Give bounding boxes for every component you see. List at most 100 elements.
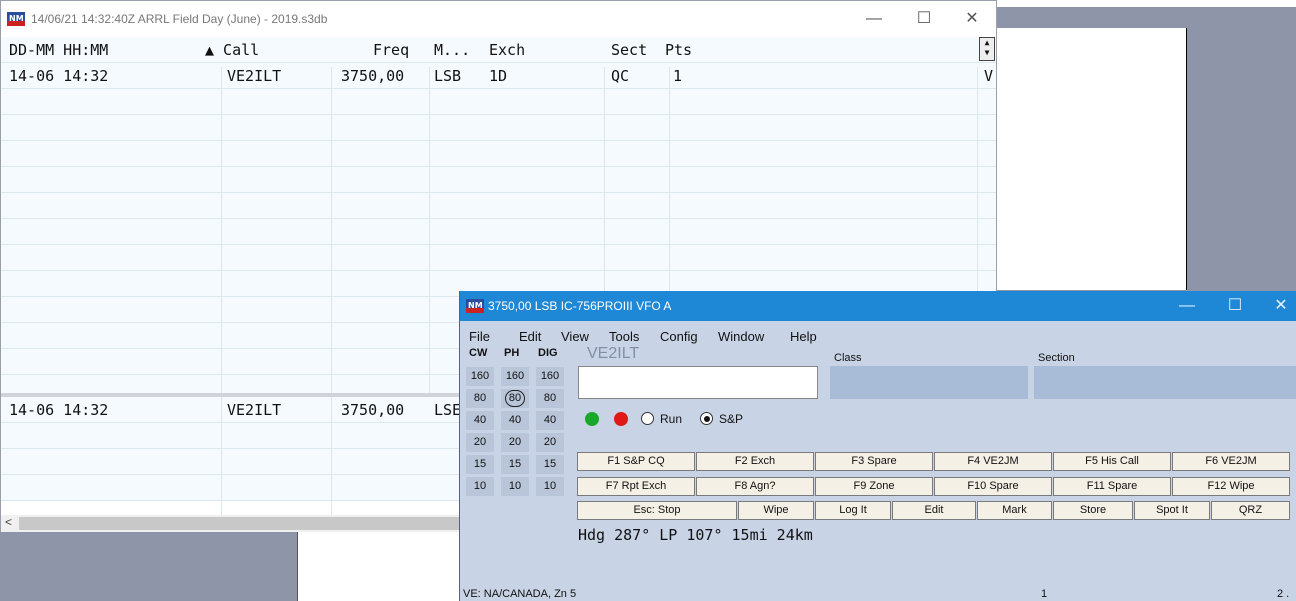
column-header-call[interactable]: ▲ Call (205, 41, 259, 59)
band-column-cw: 160 80 40 20 15 10 (466, 367, 494, 499)
scroll-up-button[interactable]: ▲ ▼ (979, 37, 995, 61)
column-header-exch[interactable]: Exch (489, 41, 525, 59)
cell-mode: LSE (434, 401, 462, 419)
table-row[interactable]: 14-06 14:32 VE2ILT 3750,00 LSB 1D QC 1 V (1, 63, 996, 89)
band-button-dig-80[interactable]: 80 (536, 389, 564, 408)
band-button-ph-15[interactable]: 15 (501, 455, 529, 474)
f8-button[interactable]: F8 Agn? (696, 477, 814, 496)
column-header-sect[interactable]: Sect (611, 41, 647, 59)
f9-button[interactable]: F9 Zone (815, 477, 933, 496)
cell-exch: 1D (489, 67, 508, 85)
section-label: Section (1038, 352, 1075, 364)
mark-button[interactable]: Mark (977, 501, 1052, 520)
column-header-mode[interactable]: M... (434, 41, 470, 59)
band-button-dig-10[interactable]: 10 (536, 477, 564, 496)
callsign-label: VE2ILT (587, 345, 640, 362)
table-row[interactable] (1, 245, 996, 271)
f5-button[interactable]: F5 His Call (1053, 452, 1171, 471)
band-button-cw-10[interactable]: 10 (466, 477, 494, 496)
class-field[interactable] (830, 366, 1028, 399)
band-button-cw-15[interactable]: 15 (466, 455, 494, 474)
table-row[interactable] (1, 219, 996, 245)
menu-config[interactable]: Config (660, 329, 698, 344)
entry-window-title: 3750,00 LSB IC-756PROIII VFO A (488, 299, 672, 313)
f7-button[interactable]: F7 Rpt Exch (577, 477, 695, 496)
selected-band-label: 80 (504, 390, 526, 407)
grid-divider (221, 397, 222, 515)
band-button-cw-160[interactable]: 160 (466, 367, 494, 386)
spot-it-button[interactable]: Spot It (1134, 501, 1210, 520)
log-it-button[interactable]: Log It (815, 501, 891, 520)
f2-button[interactable]: F2 Exch (696, 452, 814, 471)
edit-button[interactable]: Edit (892, 501, 976, 520)
callsign-input[interactable] (578, 366, 818, 399)
table-row[interactable] (1, 89, 996, 115)
band-button-ph-160[interactable]: 160 (501, 367, 529, 386)
band-column-dig: 160 80 40 20 15 10 (536, 367, 564, 499)
menu-view[interactable]: View (561, 329, 589, 344)
log-title-bar[interactable]: NM 14/06/21 14:32:40Z ARRL Field Day (Ju… (1, 1, 996, 37)
band-button-dig-160[interactable]: 160 (536, 367, 564, 386)
band-button-dig-20[interactable]: 20 (536, 433, 564, 452)
band-button-ph-10[interactable]: 10 (501, 477, 529, 496)
red-status-led-icon (614, 412, 628, 426)
band-column-ph: 160 80 40 20 15 10 (501, 367, 529, 499)
band-button-cw-80[interactable]: 80 (466, 389, 494, 408)
svg-text:NM: NM (468, 301, 483, 310)
radio-selected-icon (700, 412, 713, 425)
section-field[interactable] (1034, 366, 1296, 399)
column-header-freq[interactable]: Freq (373, 41, 409, 59)
table-row[interactable] (1, 193, 996, 219)
band-button-ph-80[interactable]: 80 (501, 389, 529, 408)
f1-button[interactable]: F1 S&P CQ (577, 452, 695, 471)
scroll-left-icon[interactable]: < (5, 515, 12, 529)
f6-button[interactable]: F6 VE2JM (1172, 452, 1290, 471)
table-row[interactable] (1, 115, 996, 141)
f11-button[interactable]: F11 Spare (1053, 477, 1171, 496)
sp-radio-label: S&P (719, 412, 744, 426)
band-button-ph-40[interactable]: 40 (501, 411, 529, 430)
grid-divider (221, 67, 222, 393)
band-button-dig-40[interactable]: 40 (536, 411, 564, 430)
cell-sect: QC (611, 67, 630, 85)
f10-button[interactable]: F10 Spare (934, 477, 1052, 496)
minimize-button[interactable]: — (1172, 295, 1202, 317)
band-button-dig-15[interactable]: 15 (536, 455, 564, 474)
log-window-title: 14/06/21 14:32:40Z ARRL Field Day (June)… (31, 12, 328, 26)
entry-window[interactable]: NM 3750,00 LSB IC-756PROIII VFO A — ☐ ✕ … (459, 291, 1296, 601)
band-button-cw-20[interactable]: 20 (466, 433, 494, 452)
menu-help[interactable]: Help (790, 329, 817, 344)
cell-datetime: 14-06 14:32 (9, 67, 109, 85)
f4-button[interactable]: F4 VE2JM (934, 452, 1052, 471)
green-status-led-icon (585, 412, 599, 426)
column-header-datetime[interactable]: DD-MM HH:MM (9, 41, 108, 59)
minimize-button[interactable]: — (856, 7, 892, 31)
wipe-button[interactable]: Wipe (738, 501, 814, 520)
cell-call: VE2ILT (227, 401, 282, 419)
table-row[interactable] (1, 141, 996, 167)
sp-radio[interactable]: S&P (700, 412, 743, 426)
esc-stop-button[interactable]: Esc: Stop (577, 501, 737, 520)
run-radio[interactable]: Run (641, 412, 682, 426)
table-row[interactable] (1, 167, 996, 193)
column-header-pts[interactable]: Pts (665, 41, 692, 59)
qrz-button[interactable]: QRZ (1211, 501, 1290, 520)
menu-edit[interactable]: Edit (519, 329, 541, 344)
band-button-ph-20[interactable]: 20 (501, 433, 529, 452)
f12-button[interactable]: F12 Wipe (1172, 477, 1290, 496)
f3-button[interactable]: F3 Spare (815, 452, 933, 471)
grid-divider (429, 67, 430, 393)
store-button[interactable]: Store (1053, 501, 1133, 520)
menu-file[interactable]: File (469, 329, 490, 344)
close-button[interactable]: ✕ (954, 7, 990, 31)
close-button[interactable]: ✕ (1266, 295, 1296, 317)
band-button-cw-40[interactable]: 40 (466, 411, 494, 430)
entry-title-bar[interactable]: NM 3750,00 LSB IC-756PROIII VFO A — ☐ ✕ (460, 291, 1296, 321)
maximize-button[interactable]: ☐ (906, 7, 942, 31)
band-header-dig: DIG (538, 347, 558, 359)
maximize-button[interactable]: ☐ (1220, 295, 1250, 317)
menu-tools[interactable]: Tools (609, 329, 639, 344)
menu-window[interactable]: Window (718, 329, 764, 344)
scrollbar-thumb[interactable] (19, 517, 459, 530)
background-window-edge (997, 0, 1296, 7)
